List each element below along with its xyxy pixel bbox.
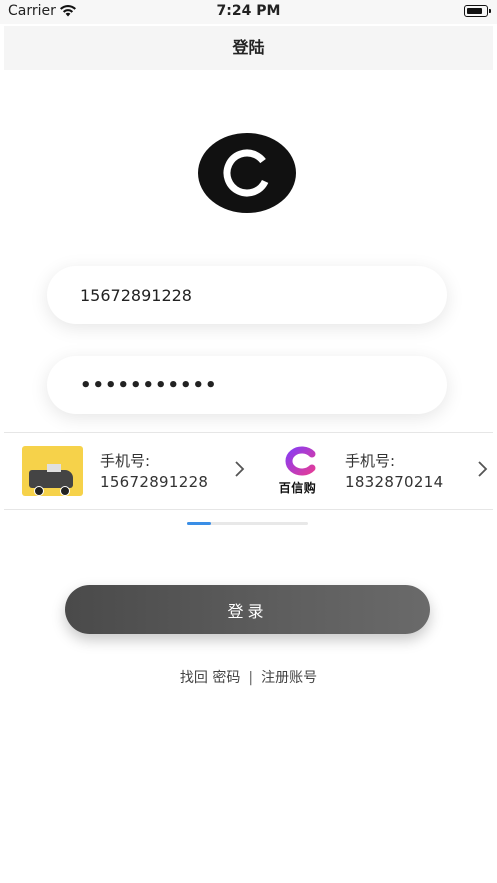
page-title: 登陆	[232, 38, 265, 57]
login-button[interactable]: 登录	[65, 585, 430, 634]
carousel-page-indicator	[187, 522, 308, 525]
saved-account-item[interactable]: 百信购 手机号: 1832870214	[249, 433, 493, 509]
clock: 7:24 PM	[216, 3, 281, 19]
account-phone: 1832870214	[345, 473, 444, 491]
saved-account-item[interactable]: 手机号: 15672891228	[4, 433, 249, 509]
baixingou-logo-icon: 百信购	[267, 446, 328, 496]
account-label: 手机号:	[100, 452, 151, 470]
carousel-page-indicator-active	[187, 522, 212, 525]
register-link[interactable]: 注册账号	[261, 670, 317, 686]
account-phone: 15672891228	[100, 473, 209, 491]
brand-name: 百信购	[278, 481, 317, 495]
password-field[interactable]	[47, 356, 447, 414]
status-bar: Carrier 7:24 PM	[0, 0, 497, 24]
link-separator: |	[248, 670, 254, 686]
chevron-right-icon	[475, 459, 489, 479]
forgot-password-link[interactable]: 找回 密码	[180, 670, 240, 686]
nav-bar: 登陆	[4, 26, 493, 70]
auth-links: 找回 密码 | 注册账号	[0, 667, 497, 687]
app-thumbnail-icon	[22, 446, 83, 496]
app-logo-icon	[198, 133, 296, 213]
saved-accounts-carousel[interactable]: 手机号: 15672891228 百信购 手机号: 1832870214	[4, 432, 493, 510]
chevron-right-icon	[232, 459, 246, 479]
phone-field[interactable]	[47, 266, 447, 324]
password-input[interactable]	[80, 356, 420, 414]
battery-icon	[464, 5, 491, 17]
account-label: 手机号:	[345, 452, 396, 470]
phone-input[interactable]	[80, 266, 420, 324]
